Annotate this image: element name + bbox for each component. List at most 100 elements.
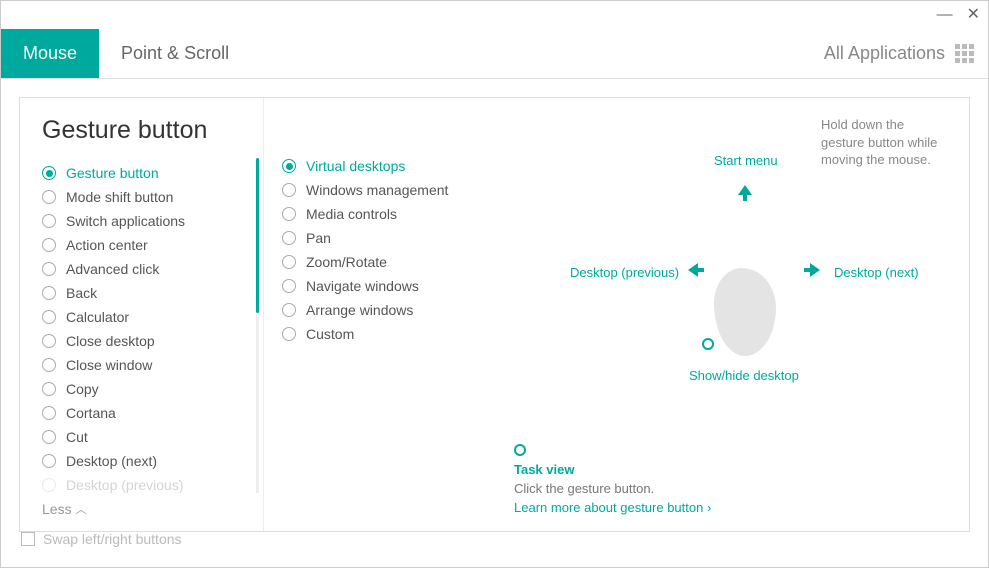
close-button[interactable]: ✕ [967, 7, 980, 23]
scrollbar-thumb[interactable] [256, 158, 259, 313]
mode-label: Virtual desktops [306, 158, 405, 174]
action-label: Desktop (previous) [66, 477, 184, 493]
thumb-illustration [714, 268, 776, 356]
mode-label: Windows management [306, 182, 448, 198]
chevron-up-icon: ︿ [76, 501, 87, 517]
radio-icon [282, 159, 296, 173]
scrollbar-track[interactable] [256, 313, 259, 493]
action-list-column: Gesture button Gesture button Mode shift … [20, 98, 264, 531]
mode-item[interactable]: Custom [282, 322, 494, 346]
learn-more-link[interactable]: Learn more about gesture button › [514, 500, 711, 515]
mode-item[interactable]: Pan [282, 226, 494, 250]
action-item[interactable]: Close desktop [42, 329, 263, 353]
radio-icon [42, 214, 56, 228]
radio-icon [42, 454, 56, 468]
action-label: Advanced click [66, 261, 159, 277]
apps-grid-icon[interactable] [955, 44, 974, 63]
radio-icon [42, 358, 56, 372]
task-view-desc: Click the gesture button. [514, 481, 711, 496]
gesture-mode-column: Virtual desktops Windows management Media … [264, 98, 494, 531]
mode-label: Navigate windows [306, 278, 419, 294]
action-label: Close desktop [66, 333, 155, 349]
diagram-label-down: Show/hide desktop [689, 368, 799, 383]
action-label: Copy [66, 381, 99, 397]
radio-icon [42, 286, 56, 300]
radio-icon [42, 238, 56, 252]
action-item[interactable]: Cut [42, 425, 263, 449]
tab-point-scroll[interactable]: Point & Scroll [99, 29, 251, 78]
radio-icon [42, 166, 56, 180]
action-item[interactable]: Desktop (next) [42, 449, 263, 473]
action-label: Calculator [66, 309, 129, 325]
radio-icon [42, 334, 56, 348]
diagram-label-up: Start menu [714, 153, 778, 168]
less-toggle[interactable]: Less ︿ [42, 501, 263, 517]
all-applications-button[interactable]: All Applications [824, 43, 945, 64]
mode-label: Zoom/Rotate [306, 254, 387, 270]
mode-label: Media controls [306, 206, 397, 222]
arrow-up-icon [736, 183, 754, 208]
action-item[interactable]: Cortana [42, 401, 263, 425]
mode-item[interactable]: Zoom/Rotate [282, 250, 494, 274]
mode-item[interactable]: Media controls [282, 202, 494, 226]
task-view-title: Task view [514, 462, 711, 477]
radio-icon [282, 231, 296, 245]
action-label: Close window [66, 357, 152, 373]
radio-icon [282, 279, 296, 293]
swap-checkbox[interactable] [21, 532, 35, 546]
radio-icon [42, 430, 56, 444]
radio-icon [282, 255, 296, 269]
gesture-mode-list[interactable]: Virtual desktops Windows management Media … [282, 154, 494, 517]
radio-icon [42, 190, 56, 204]
action-item[interactable]: Advanced click [42, 257, 263, 281]
radio-icon [42, 382, 56, 396]
action-item[interactable]: Copy [42, 377, 263, 401]
action-item[interactable]: Close window [42, 353, 263, 377]
task-view-info: Task view Click the gesture button. Lear… [514, 444, 711, 515]
mode-label: Arrange windows [306, 302, 413, 318]
arrow-left-icon [686, 261, 706, 284]
radio-icon [282, 327, 296, 341]
action-item[interactable]: Action center [42, 233, 263, 257]
radio-icon [42, 262, 56, 276]
settings-panel: Gesture button Gesture button Mode shift … [19, 97, 970, 532]
task-view-icon [514, 444, 526, 456]
action-label: Switch applications [66, 213, 185, 229]
preview-column: Hold down the gesture button while movin… [494, 98, 969, 531]
action-item[interactable]: Switch applications [42, 209, 263, 233]
action-label: Cut [66, 429, 88, 445]
mode-item[interactable]: Windows management [282, 178, 494, 202]
action-item[interactable]: Back [42, 281, 263, 305]
action-list[interactable]: Gesture button Mode shift button Switch ap… [42, 161, 263, 493]
titlebar: — ✕ [1, 1, 988, 29]
header: Mouse Point & Scroll All Applications [1, 29, 988, 79]
radio-icon [282, 207, 296, 221]
radio-icon [42, 406, 56, 420]
action-item[interactable]: Calculator [42, 305, 263, 329]
diagram-label-left: Desktop (previous) [570, 265, 679, 280]
radio-icon [282, 183, 296, 197]
action-item[interactable]: Gesture button [42, 161, 263, 185]
mode-item[interactable]: Virtual desktops [282, 154, 494, 178]
page-title: Gesture button [42, 116, 263, 145]
action-label: Mode shift button [66, 189, 173, 205]
action-label: Back [66, 285, 97, 301]
mode-item[interactable]: Navigate windows [282, 274, 494, 298]
swap-label: Swap left/right buttons [43, 531, 182, 547]
diagram-label-right: Desktop (next) [834, 265, 919, 280]
action-label: Action center [66, 237, 148, 253]
action-label: Desktop (next) [66, 453, 157, 469]
thumb-button-indicator [702, 338, 714, 350]
minimize-button[interactable]: — [937, 7, 953, 23]
action-item[interactable]: Mode shift button [42, 185, 263, 209]
swap-buttons-row[interactable]: Swap left/right buttons [21, 531, 182, 547]
action-label: Cortana [66, 405, 116, 421]
action-label: Gesture button [66, 165, 159, 181]
gesture-diagram: Start menu Desktop (previous) Desktop (n… [514, 153, 974, 433]
radio-icon [42, 478, 56, 492]
mode-item[interactable]: Arrange windows [282, 298, 494, 322]
mode-label: Custom [306, 326, 354, 342]
action-item[interactable]: Desktop (previous) [42, 473, 263, 493]
tab-mouse[interactable]: Mouse [1, 29, 99, 78]
arrow-right-icon [802, 261, 822, 284]
